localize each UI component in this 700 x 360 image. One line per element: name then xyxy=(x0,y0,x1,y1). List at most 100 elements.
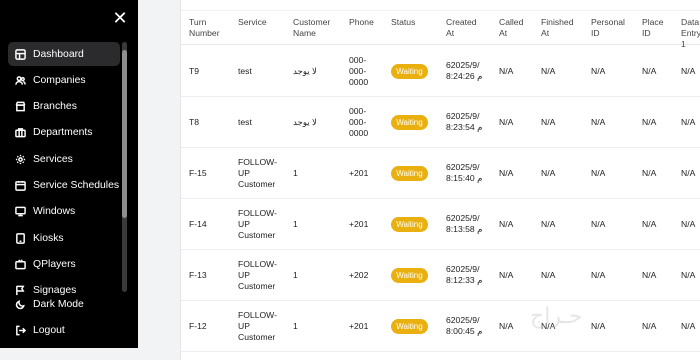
table-row[interactable]: F-13 FOLLOW- UP Customer 1 +202 Waiting 62025… xyxy=(181,250,700,301)
sidebar-scrollbar[interactable] xyxy=(122,42,127,292)
scrollbar-thumb[interactable] xyxy=(122,50,127,218)
header-finished-at: Finished At xyxy=(541,17,574,38)
status-badge: Waiting xyxy=(391,319,428,334)
table-row[interactable]: F-15 FOLLOW- UP Customer 1 +201 Waiting 62025… xyxy=(181,148,700,199)
personal-id-cell: N/A xyxy=(591,219,606,229)
personal-id-cell: N/A xyxy=(591,270,606,280)
service-cell: FOLLOW- UP Customer xyxy=(238,259,277,291)
sidebar-item-companies[interactable]: Companies xyxy=(8,68,120,92)
finished-at-cell: N/A xyxy=(541,117,556,127)
personal-id-cell: N/A xyxy=(591,66,606,76)
called-at-cell: N/A xyxy=(499,219,514,229)
logout-label: Logout xyxy=(33,324,65,336)
sidebar-item-service-schedules[interactable]: Service Schedules xyxy=(8,173,120,197)
watermark: حـراج xyxy=(530,304,583,329)
store-icon xyxy=(14,101,26,113)
table-row[interactable]: T9 test لا يوجد 000- 000- 0000 Waiting 62025/… xyxy=(181,46,700,97)
calendar-icon xyxy=(14,179,26,191)
data-entry-cell: N/A xyxy=(681,219,696,229)
moon-icon xyxy=(14,298,26,310)
finished-at-cell: N/A xyxy=(541,66,556,76)
header-called-at: Called At xyxy=(499,17,524,38)
created-at-cell: 62025/9/ 8:12:33 م xyxy=(446,264,483,285)
header-status: Status xyxy=(391,17,416,27)
header-customer-name: Customer Name xyxy=(293,17,331,38)
finished-at-cell: N/A xyxy=(541,270,556,280)
customer-name-cell: لا يوجد xyxy=(293,66,317,76)
customer-name-cell: 1 xyxy=(293,321,298,331)
header-service: Service xyxy=(238,17,267,27)
place-id-cell: N/A xyxy=(642,66,657,76)
customer-name-cell: 1 xyxy=(293,219,298,229)
table-header: Turn Number Service Customer Name Phone Stat… xyxy=(181,10,700,49)
service-cell: FOLLOW- UP Customer xyxy=(238,157,277,189)
logout-icon xyxy=(14,324,26,336)
customer-name-cell: لا يوجد xyxy=(293,117,317,127)
sidebar-item-windows[interactable]: Windows xyxy=(8,200,120,224)
place-id-cell: N/A xyxy=(642,117,657,127)
status-badge: Waiting xyxy=(391,217,428,232)
place-id-cell: N/A xyxy=(642,270,657,280)
sidebar-item-qplayers[interactable]: QPlayers xyxy=(8,252,120,276)
sidebar-item-services[interactable]: Services xyxy=(8,147,120,171)
main-content: Turn Number Service Customer Name Phone Stat… xyxy=(138,0,700,360)
sidebar-item-branches[interactable]: Branches xyxy=(8,95,120,119)
sidebar-item-label: Departments xyxy=(33,127,93,139)
table-row[interactable]: T8 test لا يوجد 000- 000- 0000 Waiting 62025/… xyxy=(181,97,700,148)
sidebar-item-label: Companies xyxy=(33,74,86,86)
created-at-cell: 62025/9/ 8:00:45 م xyxy=(446,315,483,336)
close-icon[interactable]: ✕ xyxy=(111,9,129,27)
turn-number-cell: T8 xyxy=(189,117,200,127)
called-at-cell: N/A xyxy=(499,270,514,280)
created-at-cell: 62025/9/ 8:15:40 م xyxy=(446,162,483,183)
created-at-cell: 62025/9/ 8:23:54 م xyxy=(446,111,483,132)
service-cell: FOLLOW- UP Customer xyxy=(238,310,277,342)
sidebar-item-label: Kiosks xyxy=(33,232,64,244)
status-badge: Waiting xyxy=(391,115,428,130)
place-id-cell: N/A xyxy=(642,321,657,331)
turn-number-cell: F-14 xyxy=(189,219,207,229)
service-cell: test xyxy=(238,66,252,76)
personal-id-cell: N/A xyxy=(591,168,606,178)
created-at-cell: 62025/9/ 8:24:26 م xyxy=(446,60,483,81)
called-at-cell: N/A xyxy=(499,168,514,178)
table-row[interactable]: F-12 FOLLOW- UP Customer 1 +201 Waiting 62025… xyxy=(181,301,700,352)
place-id-cell: N/A xyxy=(642,168,657,178)
turn-number-cell: F-12 xyxy=(189,321,207,331)
phone-cell: +201 xyxy=(349,219,369,229)
status-badge: Waiting xyxy=(391,166,428,181)
table-row[interactable]: F-14 FOLLOW- UP Customer 1 +201 Waiting 62025… xyxy=(181,199,700,250)
personal-id-cell: N/A xyxy=(591,321,606,331)
turn-number-cell: T9 xyxy=(189,66,200,76)
called-at-cell: N/A xyxy=(499,321,514,331)
logout-button[interactable]: Logout xyxy=(8,318,120,342)
customer-name-cell: 1 xyxy=(293,270,298,280)
sidebar-item-kiosks[interactable]: Kiosks xyxy=(8,226,120,250)
personal-id-cell: N/A xyxy=(591,117,606,127)
sidebar-nav: Dashboard Companies Branches Departments… xyxy=(8,42,120,305)
turn-number-cell: F-15 xyxy=(189,168,207,178)
called-at-cell: N/A xyxy=(499,117,514,127)
phone-cell: +202 xyxy=(349,270,369,280)
sidebar-item-dashboard[interactable]: Dashboard xyxy=(8,42,120,66)
sidebar-item-label: Dashboard xyxy=(33,48,84,60)
turn-number-cell: F-13 xyxy=(189,270,207,280)
sidebar-item-label: Branches xyxy=(33,101,77,113)
created-at-cell: 62025/9/ 8:13:58 م xyxy=(446,213,483,234)
dashboard-icon xyxy=(14,48,26,60)
dark-mode-toggle[interactable]: Dark Mode xyxy=(8,292,120,316)
phone-cell: +201 xyxy=(349,321,369,331)
turns-table: Turn Number Service Customer Name Phone Stat… xyxy=(180,0,700,360)
sidebar-item-label: QPlayers xyxy=(33,258,76,270)
service-cell: FOLLOW- UP Customer xyxy=(238,208,277,240)
header-turn-number: Turn Number xyxy=(189,17,220,38)
finished-at-cell: N/A xyxy=(541,219,556,229)
status-badge: Waiting xyxy=(391,268,428,283)
sidebar: ✕ Dashboard Companies Branches Departmen… xyxy=(0,0,138,348)
briefcase-icon xyxy=(14,127,26,139)
phone-cell: 000- 000- 0000 xyxy=(349,55,369,87)
data-entry-cell: N/A xyxy=(681,117,696,127)
data-entry-cell: N/A xyxy=(681,66,696,76)
status-badge: Waiting xyxy=(391,64,428,79)
sidebar-item-departments[interactable]: Departments xyxy=(8,121,120,145)
